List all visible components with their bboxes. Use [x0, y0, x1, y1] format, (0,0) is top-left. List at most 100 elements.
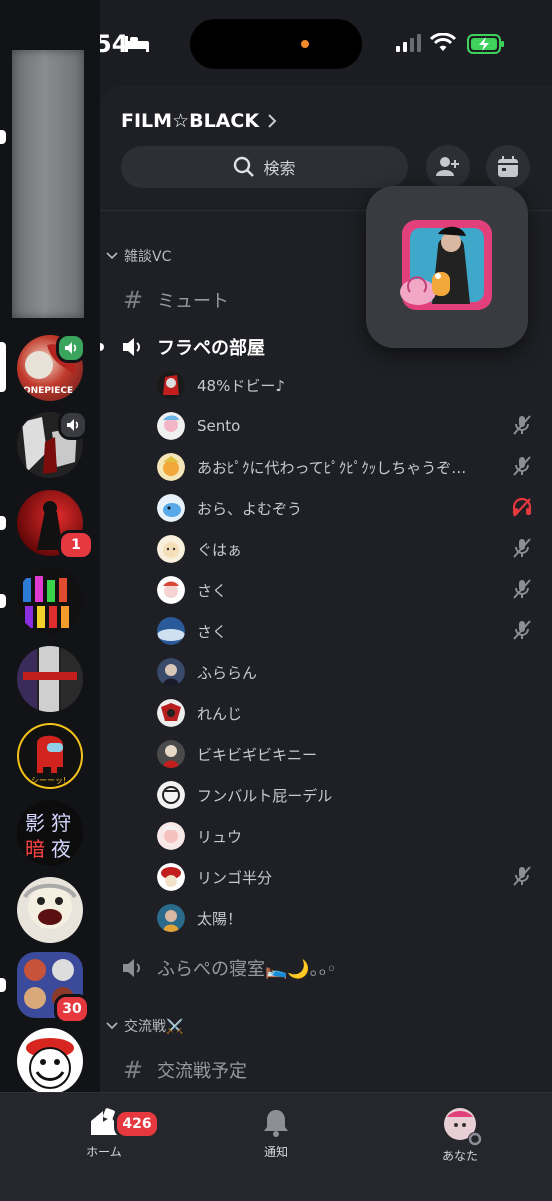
avatar [157, 576, 185, 604]
channel-mute[interactable]: # ミュート [121, 280, 229, 320]
member-name: 太陽！ [197, 909, 243, 928]
add-user-icon [436, 157, 459, 176]
nav-label: 通知 [263, 1145, 288, 1159]
server-name-header[interactable]: FILM☆BLACK [121, 110, 277, 132]
avatar [157, 904, 185, 932]
voice-member[interactable]: ふららん [157, 654, 537, 690]
voice-member[interactable]: ぐはぁ [157, 531, 537, 567]
voice-member[interactable]: 太陽！ [157, 900, 537, 936]
member-name: リンゴ半分 [197, 868, 273, 887]
member-name: おら、よむぞう [197, 499, 303, 518]
mic-muted-icon [513, 579, 531, 599]
calendar-icon [498, 156, 518, 177]
invite-members-button[interactable] [426, 145, 470, 189]
avatar [157, 781, 185, 809]
voice-member[interactable]: リュウ [157, 818, 537, 854]
nav-label: ホーム [86, 1145, 122, 1159]
server-icon-panels[interactable] [17, 646, 83, 712]
voice-channel-sleep[interactable]: ふらぺの寝室🛌🌙｡ₒ◦ [121, 948, 337, 988]
dm-home-button[interactable] [12, 50, 84, 318]
category-label: 交流戦⚔️ [124, 1019, 184, 1035]
mic-muted-icon [513, 415, 531, 435]
unread-indicator [0, 594, 6, 608]
voice-member[interactable]: フンバルト屁ーデル [157, 777, 537, 813]
search-label: 検索 [263, 159, 296, 178]
voice-member[interactable]: おら、よむぞう [157, 490, 537, 526]
channel-match-schedule[interactable]: # 交流戦予定 [121, 1050, 247, 1090]
chevron-right-icon [268, 114, 277, 128]
unread-indicator [0, 516, 6, 530]
search-button[interactable]: 検索 [121, 146, 408, 188]
mic-muted-icon [513, 866, 531, 886]
voice-channel-active[interactable]: フラペの部屋 [121, 327, 265, 367]
voice-member[interactable]: 48%ドビー♪ [157, 367, 537, 403]
mention-badge: 1 [58, 530, 94, 560]
chevron-down-icon [106, 252, 118, 260]
member-name: Sento [197, 417, 241, 435]
member-name: れんじ [197, 704, 243, 723]
home-unread-badge: 426 [114, 1109, 160, 1139]
avatar [157, 412, 185, 440]
server-rail: ONEPIECE 1 シーーッ! 影狩暗夜 30 [0, 0, 100, 1094]
svg-text:シーーッ!: シーーッ! [31, 776, 66, 785]
server-icon-silhouettes[interactable] [17, 568, 83, 634]
server-icon-luffy-meme[interactable] [17, 1028, 83, 1094]
member-name: あおﾋﾟｸに代わってﾋﾟｸﾋﾟｸｯしちゃうぞ… [197, 458, 467, 477]
recording-dot [301, 40, 309, 48]
nav-label: あなた [441, 1149, 478, 1163]
voice-member[interactable]: れんじ [157, 695, 537, 731]
channel-label: 交流戦予定 [157, 1061, 247, 1082]
member-name: ふららん [197, 663, 258, 682]
category-label: 雑談VC [124, 249, 172, 265]
avatar [157, 658, 185, 686]
voice-activity-icon [56, 333, 86, 363]
avatar [157, 822, 185, 850]
avatar [157, 863, 185, 891]
avatar [157, 699, 185, 727]
deafened-icon [512, 497, 532, 517]
channel-label: ふらぺの寝室🛌🌙｡ₒ◦ [157, 959, 337, 980]
selected-server-indicator [0, 342, 6, 392]
svg-text:暗: 暗 [25, 837, 45, 861]
mic-muted-icon [513, 456, 531, 476]
member-name: ビキビギビキニー [197, 745, 318, 764]
unread-indicator [100, 343, 104, 351]
avatar [157, 494, 185, 522]
events-button[interactable] [486, 145, 530, 189]
server-icon-amongus[interactable]: シーーッ! [17, 723, 83, 789]
category-header[interactable]: 交流戦⚔️ [106, 1016, 183, 1036]
wifi-icon [430, 33, 456, 51]
category-header[interactable]: 雑談VC [106, 246, 171, 266]
server-icon-laughing[interactable] [17, 877, 83, 943]
hash-icon: # [122, 1056, 144, 1084]
member-name: フンバルト屁ーデル [197, 786, 333, 805]
floating-app-preview[interactable] [366, 186, 528, 348]
member-name: さく [197, 581, 228, 600]
battery-charging-icon [467, 34, 504, 54]
unread-indicator [0, 978, 6, 992]
server-name: FILM☆BLACK [121, 110, 260, 132]
voice-member[interactable]: リンゴ半分 [157, 859, 537, 895]
svg-text:ONEPIECE: ONEPIECE [23, 386, 73, 396]
nav-you[interactable]: あなた [400, 1107, 520, 1164]
server-icon-kanji[interactable]: 影狩暗夜 [17, 800, 83, 866]
mic-muted-icon [513, 538, 531, 558]
mic-muted-icon [513, 620, 531, 640]
svg-text:狩: 狩 [51, 811, 71, 835]
cellular-signal-icon [396, 34, 421, 52]
channel-label: ミュート [157, 291, 229, 312]
voice-member[interactable]: Sento [157, 408, 537, 444]
member-name: 48%ドビー♪ [197, 376, 285, 395]
member-name: さく [197, 622, 228, 641]
voice-activity-icon [58, 410, 88, 440]
voice-member[interactable]: さく [157, 613, 537, 649]
nav-notifications[interactable]: 通知 [216, 1107, 336, 1160]
bell-icon [264, 1110, 288, 1137]
nav-home[interactable]: ホーム 426 [44, 1107, 164, 1160]
voice-member[interactable]: あおﾋﾟｸに代わってﾋﾟｸﾋﾟｸｯしちゃうぞ… [157, 449, 537, 485]
voice-member[interactable]: さく [157, 572, 537, 608]
sleep-focus-icon [125, 36, 149, 52]
member-name: ぐはぁ [197, 540, 243, 559]
voice-member[interactable]: ビキビギビキニー [157, 736, 537, 772]
svg-text:夜: 夜 [51, 837, 71, 861]
